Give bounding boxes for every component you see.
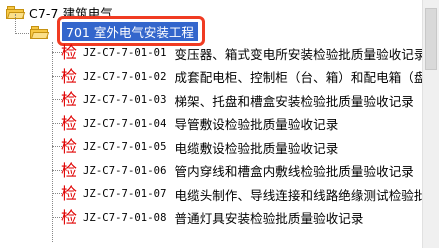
inspection-doc-icon: 检 <box>61 160 78 180</box>
tree-item-title: 电缆敷设检验批质量验收记录 <box>174 140 339 156</box>
tree-item-title: 导管敷设检验批质量验收记录 <box>174 117 339 132</box>
tree-item[interactable]: 检 JZ-C7-7-01-03 梯架、托盘和槽盒安装检验批质量验收记录 <box>61 89 414 111</box>
tree-item-title: 梯架、托盘和槽盒安装检验批质量验收记录 <box>174 93 414 109</box>
inspection-doc-icon: 检 <box>61 66 78 86</box>
tree-item-code: JZ-C7-7-01-01 <box>83 47 167 59</box>
inspection-doc-icon: 检 <box>61 137 78 156</box>
tree-item[interactable]: 检 JZ-C7-7-01-02 成套配电柜、控制柜（台、箱）和配电箱（盘）安 <box>61 66 439 88</box>
tree-item[interactable]: 检 JZ-C7-7-01-08 普通灯具安装检验批质量验收记录 <box>61 207 364 229</box>
tree-item-code: JZ-C7-7-01-05 <box>83 141 167 153</box>
vertical-scrollbar[interactable] <box>422 0 439 248</box>
tree-item[interactable]: 检 JZ-C7-7-01-04 导管敷设检验批质量验收记录 <box>61 113 338 135</box>
inspection-doc-icon: 检 <box>61 207 78 227</box>
tree-item[interactable]: 检 JZ-C7-7-01-06 管内穿线和槽盒内敷线检验批质量验收记录 <box>61 160 414 182</box>
tree-item-code: JZ-C7-7-01-03 <box>83 94 167 106</box>
tree-item-code: JZ-C7-7-01-02 <box>83 70 167 83</box>
tree-item-code: JZ-C7-7-01-08 <box>83 211 167 224</box>
inspection-doc-icon: 检 <box>61 184 78 203</box>
tree-item-title: 管内穿线和槽盒内敷线检验批质量验收记录 <box>174 164 414 179</box>
scrollbar-thumb[interactable] <box>425 8 437 70</box>
tree-item-title: 成套配电柜、控制柜（台、箱）和配电箱（盘）安 <box>174 70 439 85</box>
inspection-doc-icon: 检 <box>61 113 78 133</box>
tree-item-code: JZ-C7-7-01-04 <box>83 117 167 130</box>
tree-item[interactable]: 检 JZ-C7-7-01-01 变压器、箱式变电所安装检验批质量验收记录 <box>61 42 427 64</box>
tree-item[interactable]: 检 JZ-C7-7-01-05 电缆敷设检验批质量验收记录 <box>61 136 338 158</box>
folder-open-icon <box>30 26 50 39</box>
tree-item-title: 变压器、箱式变电所安装检验批质量验收记录 <box>174 46 427 62</box>
tree-item[interactable]: 检 JZ-C7-7-01-07 电缆头制作、导线连接和线路绝缘测试检验批质 <box>61 183 439 205</box>
tree-view: C7-7 建筑电气 701 室外电气安装工程 检 JZ-C7-7-01-01 变压器… <box>0 0 439 248</box>
inspection-doc-icon: 检 <box>61 43 78 62</box>
tree-item-title: 电缆头制作、导线连接和线路绝缘测试检验批质 <box>174 187 439 203</box>
inspection-doc-icon: 检 <box>61 90 78 109</box>
tree-item-code: JZ-C7-7-01-07 <box>83 188 167 200</box>
tree-item-title: 普通灯具安装检验批质量验收记录 <box>174 211 364 226</box>
tree-item-code: JZ-C7-7-01-06 <box>83 164 167 177</box>
